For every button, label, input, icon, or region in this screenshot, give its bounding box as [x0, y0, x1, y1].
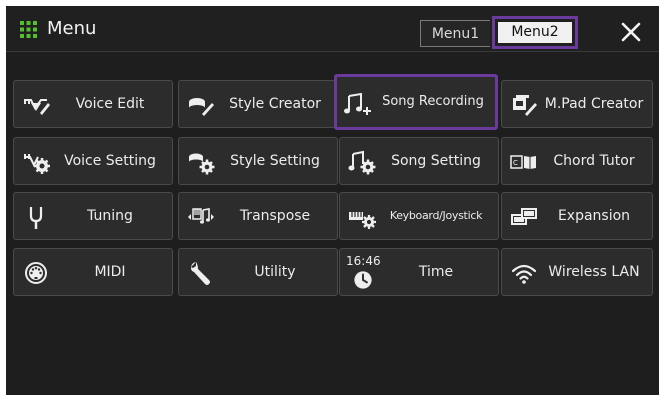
voice-edit-label: Voice Edit	[75, 96, 145, 112]
transpose-icon	[188, 208, 214, 224]
voice-setting-label: Voice Setting	[64, 153, 156, 169]
clock-time-text: 16:46	[346, 254, 381, 268]
transpose-button[interactable]: Transpose	[178, 192, 338, 240]
voice-setting-button[interactable]: Voice Setting	[13, 137, 173, 185]
clock-icon	[354, 271, 372, 289]
tab-menu1[interactable]: Menu1	[420, 20, 490, 47]
transpose-label: Transpose	[239, 208, 311, 224]
style-setting-icon	[189, 153, 215, 175]
time-button[interactable]: 16:46 Time	[339, 248, 499, 296]
tab-menu2-label: Menu2	[498, 22, 572, 43]
voice-edit-icon	[24, 99, 50, 115]
chord-tutor-button[interactable]: C Chord Tutor	[501, 137, 653, 185]
utility-button[interactable]: Utility	[178, 248, 338, 296]
expansion-icon	[511, 208, 537, 225]
keyboard-joystick-button[interactable]: Keyboard/Joystick	[339, 192, 499, 240]
style-creator-button[interactable]: Style Creator	[178, 80, 338, 128]
close-icon[interactable]	[618, 19, 644, 45]
wireless-lan-label: Wireless LAN	[548, 264, 640, 280]
mpad-creator-button[interactable]: M.Pad Creator	[501, 80, 653, 128]
song-setting-icon	[348, 150, 376, 175]
tuning-label: Tuning	[87, 208, 133, 224]
style-creator-icon	[189, 98, 214, 116]
mpad-creator-icon	[513, 95, 537, 116]
chord-tutor-icon: C	[510, 155, 536, 169]
song-recording-button[interactable]: Song Recording	[334, 74, 498, 130]
voice-setting-icon	[24, 154, 50, 174]
wrench-icon	[191, 262, 210, 285]
keyboard-joystick-icon	[349, 212, 376, 229]
voice-edit-button[interactable]: Voice Edit	[13, 80, 173, 128]
song-recording-icon	[344, 92, 371, 115]
tuning-button[interactable]: Tuning	[13, 192, 173, 240]
expansion-label: Expansion	[557, 208, 631, 224]
utility-label: Utility	[254, 264, 296, 280]
chord-tutor-label: Chord Tutor	[553, 153, 635, 169]
midi-label: MIDI	[94, 264, 126, 280]
expansion-button[interactable]: Expansion	[501, 192, 653, 240]
svg-text:C: C	[513, 159, 518, 167]
tab-menu2[interactable]: Menu2	[492, 16, 578, 49]
song-setting-button[interactable]: Song Setting	[339, 137, 499, 185]
keyboard-joystick-label: Keyboard/Joystick	[389, 209, 483, 222]
page-title: Menu	[47, 18, 97, 39]
style-setting-label: Style Setting	[230, 153, 320, 169]
song-setting-label: Song Setting	[391, 153, 481, 169]
header-bar: Menu Menu1 Menu2	[6, 6, 659, 52]
grid-menu-icon	[20, 21, 37, 38]
mpad-creator-label: M.Pad Creator	[544, 96, 644, 112]
wireless-lan-button[interactable]: Wireless LAN	[501, 248, 653, 296]
menu-screen: Menu Menu1 Menu2 Voice Edit Style Creato…	[6, 6, 659, 395]
style-setting-button[interactable]: Style Setting	[178, 137, 338, 185]
style-creator-label: Style Creator	[229, 96, 321, 112]
midi-button[interactable]: MIDI	[13, 248, 173, 296]
wifi-icon	[511, 264, 537, 284]
tuning-fork-icon	[29, 207, 43, 229]
song-recording-label: Song Recording	[382, 94, 484, 109]
time-label: Time	[418, 264, 454, 280]
midi-icon	[25, 262, 47, 284]
